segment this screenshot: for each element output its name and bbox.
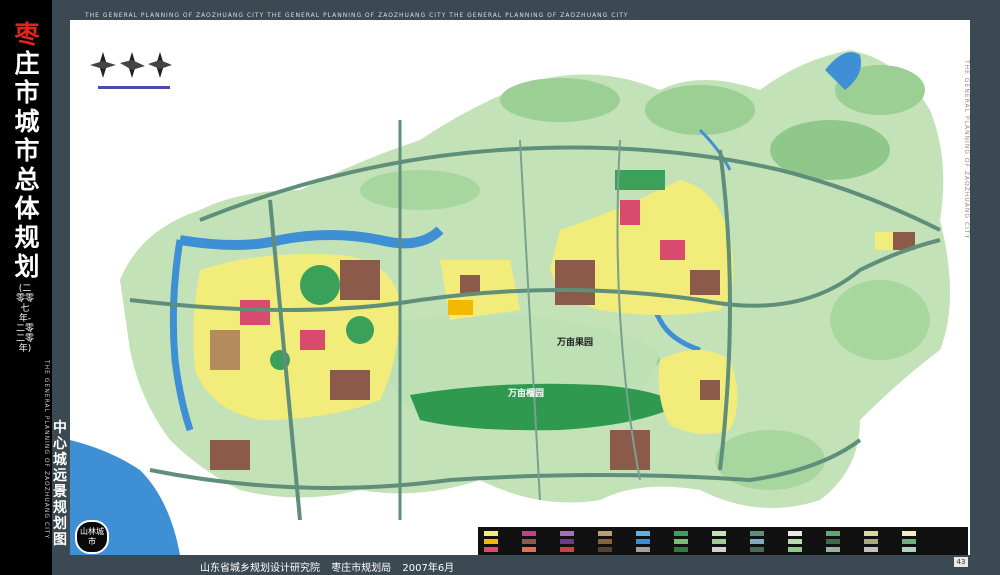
map-canvas — [70, 50, 950, 555]
seal-stamp: 山林城市 — [75, 520, 109, 554]
hill-patch — [360, 170, 480, 210]
seal-text: 山林城市 — [80, 527, 104, 546]
wind-rose-icon — [148, 52, 172, 78]
right-english-text: THE GENERAL PLANNING OF ZAOZHUANG CITY — [963, 60, 970, 240]
footer-institute: 山东省城乡规划设计研究院 — [200, 563, 320, 574]
hill-patch — [830, 280, 930, 360]
park-circle — [346, 316, 374, 344]
park-south-label: 万亩榴园 — [508, 389, 545, 399]
industrial-block — [555, 260, 595, 305]
scale-bar — [98, 86, 170, 89]
footer-credits: 山东省城乡规划设计研究院 枣庄市规划局 2007年6月 — [200, 559, 462, 574]
industrial-block — [330, 370, 370, 400]
industrial-block — [700, 380, 720, 400]
residential-block — [448, 300, 473, 315]
industrial-block — [690, 270, 720, 295]
industrial-block — [610, 430, 650, 470]
residential-block — [875, 232, 893, 250]
industrial-block — [210, 440, 250, 470]
park-north-label: 万亩果园 — [557, 338, 594, 348]
footer-date: 2007年6月 — [402, 563, 455, 574]
map-subtitle: 中心城远景规划图 — [53, 420, 67, 548]
park-circle — [300, 265, 340, 305]
commercial-block — [240, 300, 270, 325]
wind-rose-icon — [90, 52, 116, 78]
footer-bureau: 枣庄市规划局 — [331, 563, 392, 574]
commercial-block — [300, 330, 325, 350]
hill-patch — [645, 85, 755, 135]
industrial-block — [210, 330, 240, 370]
wind-rose-icon — [120, 52, 145, 78]
commercial-block — [620, 200, 640, 225]
park-rect — [615, 170, 665, 190]
map-legend — [478, 527, 968, 555]
hill-patch — [715, 430, 825, 490]
hill-patch — [500, 78, 620, 122]
legend-swatches — [484, 531, 916, 552]
industrial-block — [340, 260, 380, 300]
commercial-block — [660, 240, 685, 260]
page-number: 43 — [954, 557, 968, 567]
